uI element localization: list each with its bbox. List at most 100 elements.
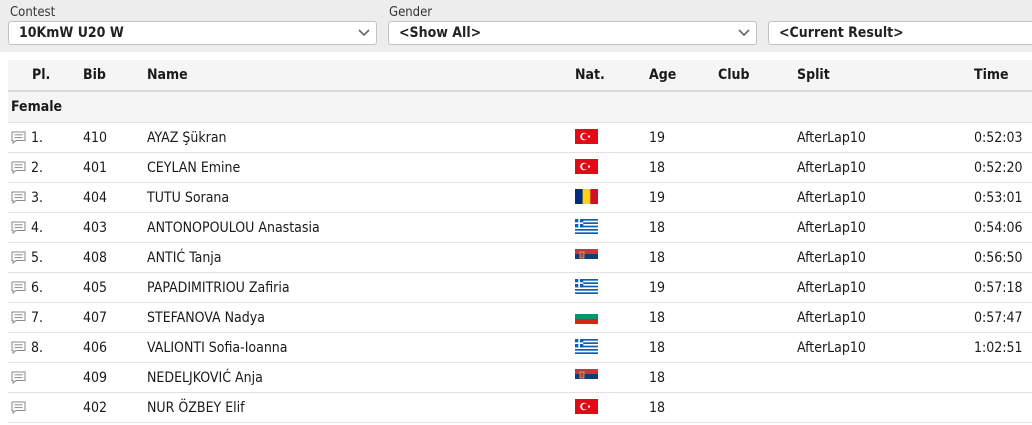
- time-cell: 1:02:51: [974, 332, 1032, 363]
- split-cell: AfterLap10: [797, 242, 974, 273]
- result-select[interactable]: <Current Result>: [768, 21, 1032, 45]
- athlete-name-link[interactable]: STEFANOVA Nadya: [147, 310, 265, 326]
- athlete-name-link[interactable]: CEYLAN Emine: [147, 160, 240, 176]
- place-cell: [8, 362, 83, 393]
- comment-icon[interactable]: [11, 311, 26, 324]
- contest-select[interactable]: 10KmW U20 W: [8, 21, 377, 45]
- athlete-name-link[interactable]: VALIONTI Sofia-Ioanna: [147, 340, 288, 356]
- comment-icon[interactable]: [11, 401, 26, 414]
- club-cell: [718, 212, 797, 243]
- col-header-club[interactable]: Club: [718, 60, 797, 92]
- col-header-time[interactable]: Time: [974, 60, 1032, 92]
- athlete-name-link[interactable]: ANTIĆ Tanja: [147, 250, 222, 266]
- gender-select-value: <Show All>: [399, 25, 482, 41]
- col-header-name[interactable]: Name: [147, 60, 575, 92]
- col-header-age[interactable]: Age: [649, 60, 718, 92]
- place-cell: 6.: [8, 272, 83, 303]
- athlete-name-link[interactable]: ANTONOPOULOU Anastasia: [147, 220, 320, 236]
- athlete-name-link[interactable]: AYAZ Şükran: [147, 130, 227, 146]
- table-row[interactable]: 3. 404 TUTU Sorana 19 AfterLap10 0:53:01: [8, 182, 1032, 213]
- split-cell: AfterLap10: [797, 302, 974, 333]
- chevron-down-icon: [358, 29, 370, 37]
- place-value: 1.: [31, 129, 44, 146]
- place-cell: 1.: [8, 122, 83, 153]
- col-header-nat[interactable]: Nat.: [575, 60, 649, 92]
- gender-select[interactable]: <Show All>: [388, 21, 757, 45]
- col-header-split[interactable]: Split: [797, 60, 974, 92]
- flag-turkey-icon: [575, 159, 598, 174]
- name-cell: ANTONOPOULOU Anastasia: [147, 212, 575, 243]
- age-cell: 19: [649, 272, 718, 303]
- name-cell: NEDELJKOVIĆ Anja: [147, 362, 575, 393]
- flag-turkey-icon: [575, 399, 598, 414]
- flag-greece-icon: [575, 279, 598, 294]
- athlete-name-link[interactable]: TUTU Sorana: [147, 190, 229, 206]
- comment-icon[interactable]: [11, 131, 26, 144]
- contest-label: Contest: [10, 5, 56, 20]
- bib-cell: 406: [83, 332, 147, 363]
- split-cell: [797, 392, 974, 423]
- nat-cell: [575, 392, 649, 423]
- flag-bulgaria-icon: [575, 309, 598, 324]
- nat-cell: [575, 242, 649, 273]
- table-row[interactable]: 5. 408 ANTIĆ Tanja 18 AfterLap10 0:56:50: [8, 242, 1032, 273]
- comment-icon[interactable]: [11, 371, 26, 384]
- time-cell: 0:54:06: [974, 212, 1032, 243]
- place-cell: 2.: [8, 152, 83, 183]
- time-cell: 0:56:50: [974, 242, 1032, 273]
- flag-greece-icon: [575, 219, 598, 234]
- bib-cell: 401: [83, 152, 147, 183]
- place-value: 2.: [31, 159, 44, 176]
- name-cell: CEYLAN Emine: [147, 152, 575, 183]
- contest-select-value: 10KmW U20 W: [19, 25, 124, 41]
- comment-icon[interactable]: [11, 191, 26, 204]
- group-label: Female: [8, 91, 1032, 123]
- table-row[interactable]: 4. 403 ANTONOPOULOU Anastasia 18 AfterLap10 0…: [8, 212, 1032, 243]
- flag-romania-icon: [575, 189, 598, 204]
- col-header-bib[interactable]: Bib: [83, 60, 147, 92]
- table-row[interactable]: 7. 407 STEFANOVA Nadya 18 AfterLap10 0:57:47: [8, 302, 1032, 333]
- name-cell: STEFANOVA Nadya: [147, 302, 575, 333]
- bib-cell: 402: [83, 392, 147, 423]
- table-row[interactable]: 8. 406 VALIONTI Sofia-Ioanna 18 AfterLap10 1:…: [8, 332, 1032, 363]
- athlete-name-link[interactable]: PAPADIMITRIOU Zafiria: [147, 280, 290, 296]
- table-row[interactable]: 1. 410 AYAZ Şükran 19 AfterLap10 0:52:03: [8, 122, 1032, 153]
- club-cell: [718, 332, 797, 363]
- nat-cell: [575, 302, 649, 333]
- time-cell: 0:52:03: [974, 122, 1032, 153]
- place-cell: 7.: [8, 302, 83, 333]
- club-cell: [718, 122, 797, 153]
- table-row[interactable]: 402 NUR ÖZBEY Elif 18: [8, 392, 1032, 423]
- comment-icon[interactable]: [11, 251, 26, 264]
- table-row[interactable]: 2. 401 CEYLAN Emine 18 AfterLap10 0:52:20: [8, 152, 1032, 183]
- split-cell: AfterLap10: [797, 152, 974, 183]
- time-cell: 0:52:20: [974, 152, 1032, 183]
- comment-icon[interactable]: [11, 161, 26, 174]
- split-cell: AfterLap10: [797, 122, 974, 153]
- bib-cell: 404: [83, 182, 147, 213]
- name-cell: VALIONTI Sofia-Ioanna: [147, 332, 575, 363]
- table-row[interactable]: 6. 405 PAPADIMITRIOU Zafiria 19 AfterLap10 0:…: [8, 272, 1032, 303]
- club-cell: [718, 362, 797, 393]
- place-value: 8.: [31, 339, 44, 356]
- comment-icon[interactable]: [11, 341, 26, 354]
- flag-serbia-icon: [575, 249, 598, 264]
- col-header-place[interactable]: Pl.: [8, 60, 83, 92]
- place-value: 7.: [31, 309, 44, 326]
- place-cell: 4.: [8, 212, 83, 243]
- table-row[interactable]: 409 NEDELJKOVIĆ Anja 18: [8, 362, 1032, 393]
- place-value: 6.: [31, 279, 44, 296]
- gender-label: Gender: [389, 5, 433, 20]
- club-cell: [718, 182, 797, 213]
- time-cell: [974, 392, 1032, 423]
- athlete-name-link[interactable]: NEDELJKOVIĆ Anja: [147, 370, 263, 386]
- bib-cell: 407: [83, 302, 147, 333]
- bib-cell: 403: [83, 212, 147, 243]
- comment-icon[interactable]: [11, 281, 26, 294]
- bib-cell: 410: [83, 122, 147, 153]
- place-cell: 8.: [8, 332, 83, 363]
- athlete-name-link[interactable]: NUR ÖZBEY Elif: [147, 400, 245, 416]
- nat-cell: [575, 122, 649, 153]
- club-cell: [718, 302, 797, 333]
- comment-icon[interactable]: [11, 221, 26, 234]
